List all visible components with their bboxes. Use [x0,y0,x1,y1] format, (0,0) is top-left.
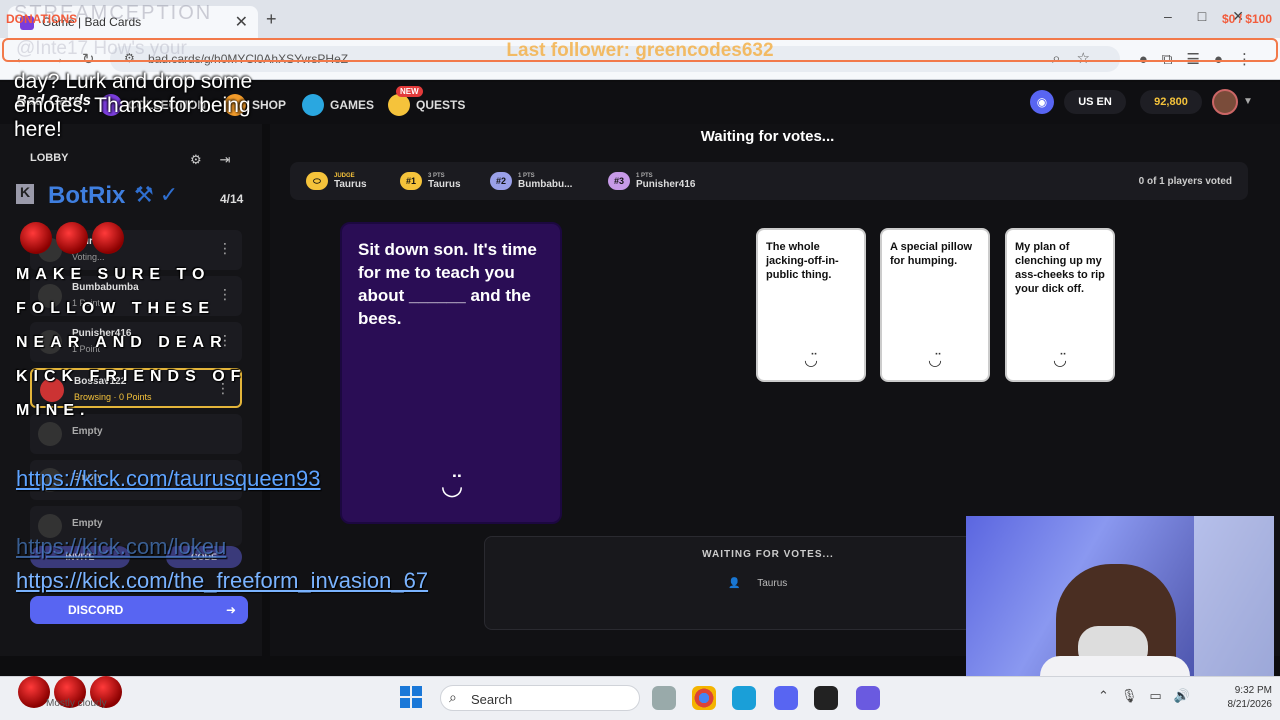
black-prompt-card: Sit down son. It's time for me to teach … [340,222,562,524]
white-answer-card[interactable]: A special pillow for humping. ◡̈ [880,228,990,382]
bad-cards-smile-icon: ◡̈ [804,352,818,369]
score-judge: ⬭ JUDGE Taurus [306,170,367,192]
bot-message: MAKE SURE TO FOLLOW THESE NEAR AND DEAR … [16,266,247,419]
donations-label: DONATIONS [6,12,78,26]
emote-icon [20,222,52,254]
answer-text: My plan of clenching up my ass-cheeks to… [1015,241,1105,295]
settings-icon[interactable] [652,686,676,710]
webcam-background-window [1194,516,1274,688]
bot-badges-icon: ⚒✓ [134,182,185,207]
answer-text: The whole jacking-off-in-public thing. [766,241,839,281]
obs-icon[interactable] [814,686,838,710]
lobby-actions[interactable]: ⚙⇥ [190,152,249,168]
nav-games[interactable]: GAMES [302,94,374,116]
nav-quests-label: QUESTS [416,98,466,112]
score-rank-3: #3 1 PTS Punisher416 [608,170,695,192]
clock-time: 9:32 PM [1234,685,1272,696]
chat-previous-line: @Inte17 How's your [16,38,187,59]
rank-badge: #3 [608,172,630,190]
arrow-right-icon: ➜ [225,603,236,617]
bad-cards-smile-icon: ◡̈ [1053,352,1067,369]
emote-row [20,222,124,256]
players-voted-count: 0 of 1 players voted [1138,176,1232,187]
bot-name: BotRix [48,182,126,209]
nav-quests[interactable]: QUESTS [388,94,465,116]
empty-label: Empty [72,518,103,529]
chat-link[interactable]: https://kick.com/taurusqueen93 [16,462,321,496]
edge-icon[interactable] [732,686,756,710]
chat-bot-header: K BotRix ⚒✓ [16,180,256,214]
white-answer-card[interactable]: My plan of clenching up my ass-cheeks to… [1005,228,1115,382]
score-rank-2: #2 1 PTS Bumbabu... [490,170,572,192]
rank-name: Punisher416 [636,178,696,190]
games-icon [302,94,324,116]
new-badge: NEW [396,86,423,97]
kick-icon: K [16,184,34,204]
chat-link[interactable]: https://kick.com/the_freeform_invasion_6… [16,564,428,598]
user-avatar[interactable] [1212,89,1238,115]
taskbar-search[interactable]: ⌕ Search [440,685,640,711]
chevron-down-icon[interactable]: ▼ [1243,96,1253,107]
rank-badge: #1 [400,172,422,190]
nav-games-label: GAMES [330,98,375,112]
discord-app-icon[interactable] [774,686,798,710]
rank-name: Taurus [428,178,461,190]
answer-text: A special pillow for humping. [890,241,973,267]
new-tab-icon[interactable]: + [266,9,277,30]
windows-start-icon[interactable] [400,686,422,708]
emote-icon [92,222,124,254]
more-options-icon[interactable]: ⋮ [218,240,232,257]
bad-cards-smile-icon: ◡̈ [440,470,464,500]
chat-link[interactable]: https://kick.com/lokeu [16,530,296,564]
webcam-feed [966,516,1274,688]
bad-cards-smile-icon: ◡̈ [928,352,942,369]
app-icon[interactable] [856,686,880,710]
rank-name: Bumbabu... [518,178,573,190]
coin-balance[interactable]: 92,800 [1140,90,1202,114]
system-tray[interactable]: ⌃🎙▭🔊 [1098,688,1202,704]
search-label: Search [471,692,513,707]
rank-badge: #2 [490,172,512,190]
discord-button[interactable]: DISCORD ➜ [30,596,248,624]
tab-close-icon[interactable]: ✕ [235,12,248,32]
user-icon: 👤 [728,578,741,589]
quests-icon [388,94,410,116]
score-rank-1: #1 3 PTS Taurus [400,170,461,192]
voter-name: Taurus [757,578,788,589]
white-answer-card[interactable]: The whole jacking-off-in-public thing. ◡… [756,228,866,382]
search-icon: ⌕ [449,689,457,705]
voter-chip: 👤 Taurus [728,578,802,598]
prompt-text: Sit down son. It's time for me to teach … [358,240,537,328]
game-status-title: Waiting for votes... [700,128,835,145]
chrome-icon[interactable] [692,686,716,710]
donation-goal: $0 / $100 [1221,12,1272,26]
discord-button-label: DISCORD [68,603,124,617]
discord-icon[interactable]: ◉ [1030,90,1054,114]
emote-icon [56,222,88,254]
language-select[interactable]: US EN [1064,90,1126,114]
clock-date: 8/21/2026 [1227,699,1273,710]
lobby-title: LOBBY [30,152,69,164]
taskbar-clock[interactable]: 9:32 PM 8/21/2026 [1206,684,1273,712]
judge-name: Taurus [334,178,367,190]
last-follower-banner: Last follower: greencodes632 [506,40,774,61]
weather-widget[interactable]: Mostly cloudy [46,698,107,709]
judge-icon: ⬭ [306,172,328,190]
windows-taskbar [0,676,1280,720]
chat-message: day? Lurk and drop some emotes. Thanks f… [14,70,253,141]
